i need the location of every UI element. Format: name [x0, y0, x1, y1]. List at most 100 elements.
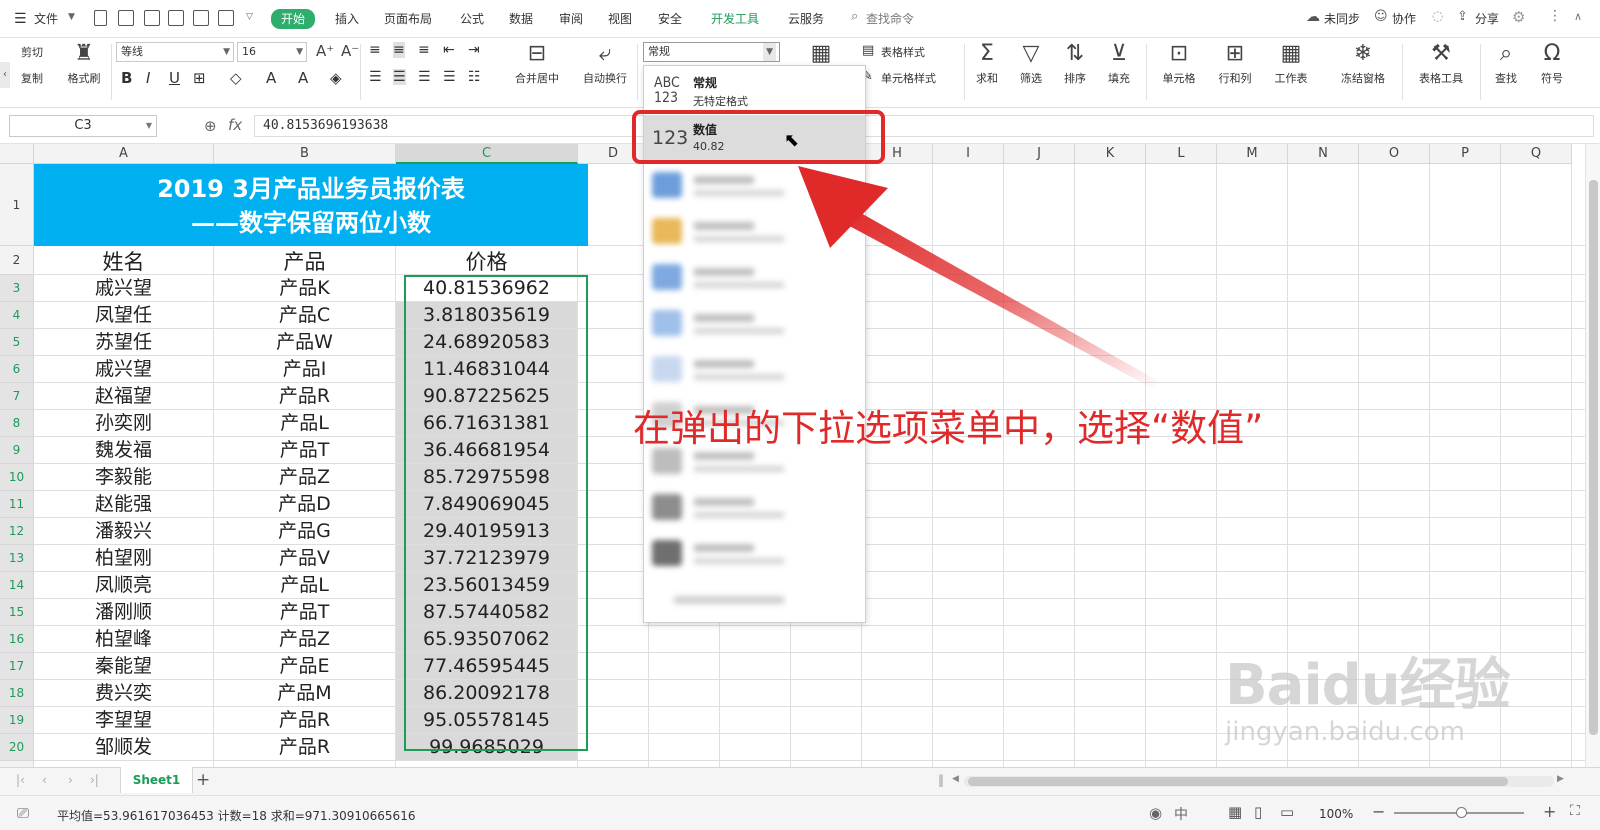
sort-button[interactable]: ⇅ 排序 [1058, 42, 1092, 86]
format-option-blurred[interactable] [650, 492, 850, 526]
column-header-m[interactable]: M [1217, 144, 1288, 164]
indent-decrease-icon[interactable]: ⇤ [443, 42, 455, 58]
search-icon[interactable]: ⌕ [851, 9, 858, 24]
name-cell[interactable]: 李毅能 [34, 464, 213, 490]
chevron-down-icon[interactable]: ▼ [68, 12, 75, 22]
horizontal-scroll-thumb[interactable] [968, 777, 1508, 786]
price-cell[interactable]: 24.68920583 [396, 329, 577, 355]
column-header-b[interactable]: B [214, 144, 396, 164]
underline-icon[interactable]: U [169, 69, 180, 87]
first-sheet-icon[interactable]: |‹ [16, 773, 25, 787]
tab-formulas[interactable]: 公式 [460, 10, 484, 28]
table-style-button[interactable]: 表格样式 [881, 44, 925, 60]
product-cell[interactable]: 产品W [214, 329, 395, 355]
worksheet-button[interactable]: ▦ 工作表 [1268, 42, 1314, 86]
formula-input[interactable]: 40.8153696193638 [254, 115, 1594, 137]
row-header-18[interactable]: 18 [0, 680, 34, 707]
font-size-select[interactable]: 16 ▼ [237, 42, 307, 62]
zoom-in-icon[interactable]: + [1543, 802, 1556, 821]
page-layout-view-icon[interactable]: ▯ [1254, 803, 1262, 821]
distributed-icon[interactable]: ☷ [468, 69, 481, 85]
zoom-slider[interactable] [1394, 807, 1524, 818]
fx-icon[interactable]: fx [228, 116, 242, 134]
align-left-icon[interactable]: ☰ [369, 69, 382, 85]
name-cell[interactable]: 柏望峰 [34, 626, 213, 652]
column-header-o[interactable]: O [1359, 144, 1430, 164]
sum-button[interactable]: Σ 求和 [970, 42, 1004, 86]
name-cell[interactable]: 凤顺亮 [34, 572, 213, 598]
product-cell[interactable]: 产品G [214, 518, 395, 544]
print-icon[interactable] [193, 10, 209, 26]
more-icon[interactable]: ⋮ [1548, 8, 1562, 24]
italic-icon[interactable]: I [146, 69, 150, 87]
header-cell[interactable]: 产品 [214, 246, 395, 274]
add-sheet-button[interactable]: + [196, 770, 210, 790]
file-menu[interactable]: 文件 [34, 10, 58, 28]
price-cell[interactable]: 99.9685029 [396, 734, 577, 760]
name-cell[interactable]: 凤望任 [34, 302, 213, 328]
hamburger-icon[interactable]: ☰ [14, 11, 27, 27]
fill-color-icon[interactable]: ◇ [230, 69, 242, 87]
cells-button[interactable]: ⊡ 单元格 [1156, 42, 1202, 86]
wrap-text-button[interactable]: ⤶ 自动换行 [578, 42, 632, 86]
sheet-tab-sheet1[interactable]: Sheet1 [120, 767, 193, 793]
product-cell[interactable]: 产品L [214, 572, 395, 598]
product-cell[interactable]: 产品K [214, 275, 395, 301]
scroll-right-icon[interactable]: ▶ [1557, 774, 1564, 784]
align-center-icon[interactable]: ☰ [393, 69, 406, 85]
product-cell[interactable]: 产品M [214, 680, 395, 706]
price-cell[interactable]: 90.87225625 [396, 383, 577, 409]
sync-status[interactable]: 未同步 [1324, 10, 1360, 27]
row-header-2[interactable]: 2 [0, 246, 34, 275]
row-header-17[interactable]: 17 [0, 653, 34, 680]
find-button[interactable]: ⌕ 查找 [1488, 42, 1524, 86]
name-cell[interactable]: 孙奕刚 [34, 410, 213, 436]
name-cell[interactable]: 戚兴望 [34, 275, 213, 301]
price-cell[interactable]: 86.20092178 [396, 680, 577, 706]
tab-security[interactable]: 安全 [658, 10, 682, 28]
price-cell[interactable]: 11.46831044 [396, 356, 577, 382]
row-header-8[interactable]: 8 [0, 410, 34, 437]
highlight-icon[interactable]: A [298, 69, 308, 87]
freeze-panes-button[interactable]: ❄ 冻结窗格 [1333, 42, 1393, 86]
save-icon[interactable] [118, 10, 134, 26]
row-header-12[interactable]: 12 [0, 518, 34, 545]
row-header-10[interactable]: 10 [0, 464, 34, 491]
column-header-q[interactable]: Q [1501, 144, 1572, 164]
row-header-4[interactable]: 4 [0, 302, 34, 329]
copy-button[interactable]: 复制 [21, 70, 43, 86]
name-cell[interactable]: 戚兴望 [34, 356, 213, 382]
name-cell[interactable]: 苏望任 [34, 329, 213, 355]
next-sheet-icon[interactable]: › [68, 773, 73, 787]
merge-center-button[interactable]: ⊟ 合并居中 [507, 42, 567, 86]
collab-button[interactable]: 协作 [1392, 10, 1416, 27]
name-cell[interactable]: 赵福望 [34, 383, 213, 409]
symbol-button[interactable]: Ω 符号 [1534, 42, 1570, 86]
row-header-5[interactable]: 5 [0, 329, 34, 356]
row-header-1[interactable]: 1 [0, 164, 34, 246]
product-cell[interactable]: 产品R [214, 707, 395, 733]
price-cell[interactable]: 77.46595445 [396, 653, 577, 679]
increase-font-icon[interactable]: A⁺ [316, 42, 334, 60]
tab-view[interactable]: 视图 [608, 10, 632, 28]
tab-insert[interactable]: 插入 [335, 10, 359, 28]
cell-style-button[interactable]: 单元格样式 [881, 70, 936, 86]
zoom-formula-icon[interactable]: ⊕ [204, 117, 217, 135]
table-tools-button[interactable]: ⚒ 表格工具 [1411, 42, 1471, 86]
tab-developer[interactable]: 开发工具 [711, 10, 759, 28]
export-pdf-icon[interactable] [144, 10, 160, 26]
new-file-icon[interactable] [94, 10, 107, 26]
title-cell[interactable]: 2019 3月产品业务员报价表 ——数字保留两位小数 [34, 164, 588, 246]
product-cell[interactable]: 产品Z [214, 626, 395, 652]
name-cell[interactable]: 魏发福 [34, 437, 213, 463]
row-header-19[interactable]: 19 [0, 707, 34, 734]
row-header-9[interactable]: 9 [0, 437, 34, 464]
vertical-scroll-thumb[interactable] [1589, 180, 1598, 735]
horizontal-scrollbar[interactable] [964, 776, 1554, 787]
tab-cloud[interactable]: 云服务 [788, 10, 824, 28]
name-cell[interactable]: 赵能强 [34, 491, 213, 517]
price-cell[interactable]: 29.40195913 [396, 518, 577, 544]
align-bottom-icon[interactable]: ≡ [418, 42, 430, 58]
column-header-n[interactable]: N [1288, 144, 1359, 164]
product-cell[interactable]: 产品R [214, 734, 395, 760]
